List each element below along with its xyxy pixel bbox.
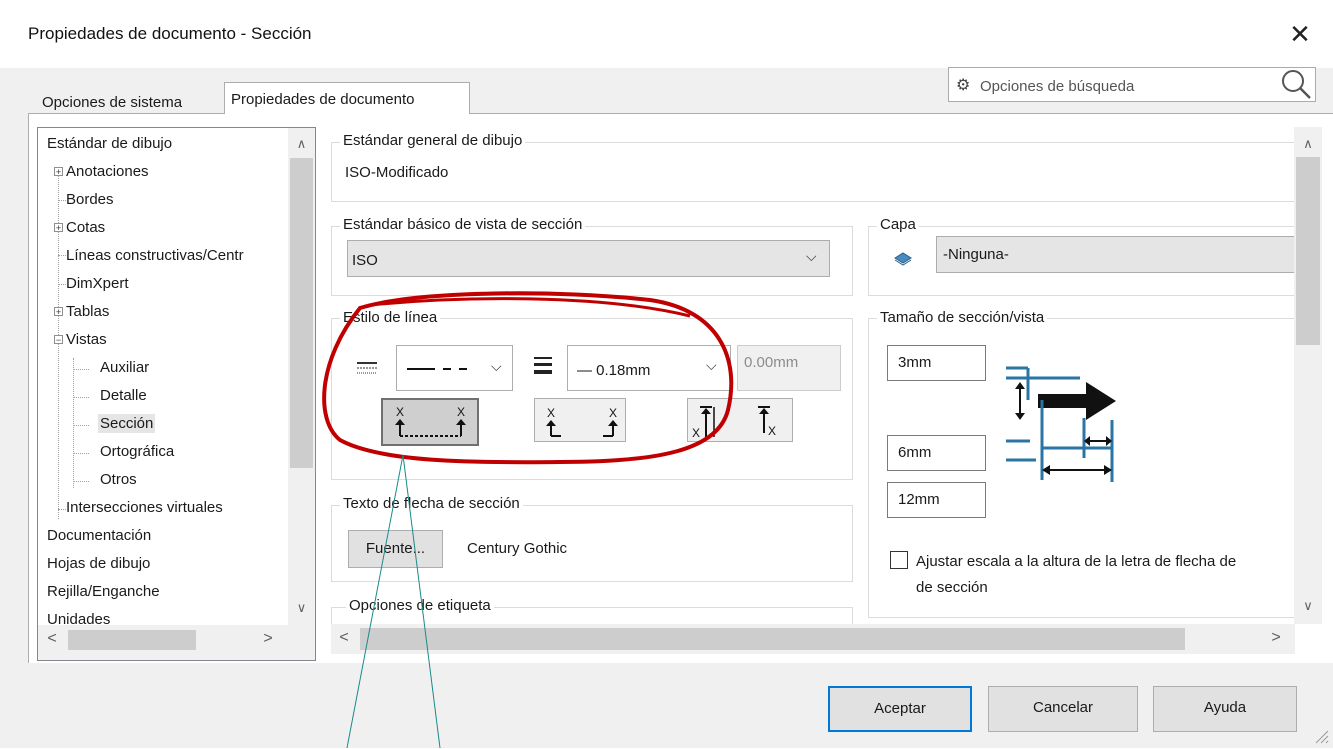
cancel-button[interactable]: Cancelar: [988, 686, 1138, 732]
section-size-diagram: [1000, 360, 1120, 489]
expand-icon[interactable]: +: [54, 307, 63, 317]
tree-guide: [73, 397, 89, 398]
estandar-general-value: ISO-Modificado: [345, 164, 449, 181]
scroll-down-icon[interactable]: ∨: [1294, 598, 1322, 614]
custom-thickness-field[interactable]: 0.00mm: [737, 345, 841, 391]
tree-item-estandar-dibujo[interactable]: Estándar de dibujo: [47, 135, 172, 152]
search-placeholder: Opciones de búsqueda: [980, 78, 1135, 95]
group-title-estilo-linea: Estilo de línea: [340, 309, 441, 326]
svg-text:X: X: [457, 405, 465, 419]
group-title-estandar-seccion: Estándar básico de vista de sección: [340, 216, 586, 233]
resize-grip-icon[interactable]: [1312, 727, 1330, 749]
tree-scroll-thumb[interactable]: [290, 158, 313, 468]
line-thickness-value: — 0.18mm: [577, 362, 651, 379]
svg-text:X: X: [547, 406, 555, 420]
tree-guide: [58, 284, 66, 285]
line-style-icon: [356, 360, 378, 380]
scroll-up-icon[interactable]: ∧: [1294, 136, 1322, 152]
tree-item-bordes[interactable]: Bordes: [66, 191, 114, 208]
scroll-left-icon[interactable]: <: [334, 629, 354, 647]
group-title-tamano-seccion: Tamaño de sección/vista: [877, 309, 1048, 326]
layer-icon: [893, 250, 913, 270]
tree-guide: [73, 358, 74, 488]
line-style-select[interactable]: ⌵: [396, 345, 513, 391]
arrow-style-button-3[interactable]: XX: [687, 398, 793, 442]
scale-checkbox-label-line2: de sección: [916, 579, 988, 596]
scale-checkbox-label: Ajustar escala a la altura de la letra d…: [916, 553, 1237, 570]
chevron-down-icon[interactable]: ⌵: [806, 248, 817, 265]
svg-text:X: X: [396, 405, 404, 419]
scroll-right-icon[interactable]: >: [258, 630, 278, 648]
font-button[interactable]: Fuente...: [348, 530, 443, 568]
dash-pattern-icon: [407, 368, 467, 370]
arrow-style-button-1[interactable]: XX: [381, 398, 479, 446]
help-button[interactable]: Ayuda: [1153, 686, 1297, 732]
svg-text:X: X: [768, 424, 776, 438]
svg-text:X: X: [609, 406, 617, 420]
size-field-12mm[interactable]: 12mm: [887, 482, 986, 518]
tree-guide: [73, 481, 89, 482]
options-tree[interactable]: Estándar de dibujo + Anotaciones Bordes …: [37, 127, 316, 661]
gear-icon: ⚙: [956, 77, 971, 94]
tree-item-ortografica[interactable]: Ortográfica: [100, 443, 174, 460]
tree-item-detalle[interactable]: Detalle: [100, 387, 147, 404]
tree-item-otros[interactable]: Otros: [100, 471, 137, 488]
tree-hscroll-thumb[interactable]: [68, 630, 196, 650]
tree-guide: [73, 425, 89, 426]
group-estandar-general: [331, 142, 1295, 202]
group-title-texto-flecha: Texto de flecha de sección: [340, 495, 523, 512]
tree-item-hojas-dibujo[interactable]: Hojas de dibujo: [47, 555, 150, 572]
tab-opciones-sistema[interactable]: Opciones de sistema: [36, 86, 222, 114]
font-name: Century Gothic: [467, 540, 568, 557]
tree-item-cotas[interactable]: Cotas: [66, 219, 105, 236]
collapse-icon[interactable]: −: [54, 335, 63, 345]
arrow-style-button-2[interactable]: XX: [534, 398, 626, 442]
size-field-3mm[interactable]: 3mm: [887, 345, 986, 381]
window-title: Propiedades de documento - Sección: [28, 24, 312, 43]
section-standard-value: ISO: [352, 252, 378, 269]
tree-item-seccion[interactable]: Sección: [98, 414, 156, 433]
tree-item-tablas[interactable]: Tablas: [66, 303, 109, 320]
panel-scroll-thumb[interactable]: [1296, 157, 1320, 345]
svg-text:X: X: [692, 426, 700, 440]
ok-button[interactable]: Aceptar: [828, 686, 972, 732]
line-thickness-icon: [533, 355, 553, 379]
group-title-opciones-etiqueta: Opciones de etiqueta: [346, 597, 494, 614]
tree-item-lineas-constructivas[interactable]: Líneas constructivas/Centr: [66, 247, 244, 264]
panel-hscroll-thumb[interactable]: [360, 628, 1185, 650]
tree-item-anotaciones[interactable]: Anotaciones: [66, 163, 149, 180]
scroll-down-icon[interactable]: ∨: [288, 600, 315, 616]
tree-item-intersecciones[interactable]: Intersecciones virtuales: [66, 499, 223, 516]
tree-guide: [58, 200, 66, 201]
chevron-down-icon[interactable]: ⌵: [706, 357, 717, 374]
tree-item-rejilla[interactable]: Rejilla/Enganche: [47, 583, 160, 600]
tree-item-vistas[interactable]: Vistas: [66, 331, 107, 348]
tree-guide: [58, 509, 66, 510]
scale-checkbox[interactable]: [890, 551, 908, 569]
close-button[interactable]: ✕: [1284, 18, 1316, 50]
tree-guide: [73, 369, 89, 370]
tree-item-dimxpert[interactable]: DimXpert: [66, 275, 129, 292]
group-title-capa: Capa: [877, 216, 919, 233]
chevron-down-icon[interactable]: ⌵: [491, 358, 502, 375]
tab-propiedades-documento[interactable]: Propiedades de documento: [224, 82, 470, 114]
tree-item-auxiliar[interactable]: Auxiliar: [100, 359, 149, 376]
scroll-right-icon[interactable]: >: [1266, 629, 1286, 647]
section-standard-select[interactable]: [347, 240, 830, 277]
group-title-estandar-general: Estándar general de dibujo: [340, 132, 526, 149]
search-icon[interactable]: [1280, 68, 1312, 100]
size-field-6mm[interactable]: 6mm: [887, 435, 986, 471]
scroll-left-icon[interactable]: <: [42, 630, 62, 648]
expand-icon[interactable]: +: [54, 223, 63, 233]
tree-guide: [58, 255, 66, 256]
scroll-up-icon[interactable]: ∧: [288, 136, 315, 152]
tree-guide: [73, 453, 89, 454]
expand-icon[interactable]: +: [54, 167, 63, 177]
tree-item-documentacion[interactable]: Documentación: [47, 527, 151, 544]
layer-value: -Ninguna-: [943, 246, 1009, 263]
